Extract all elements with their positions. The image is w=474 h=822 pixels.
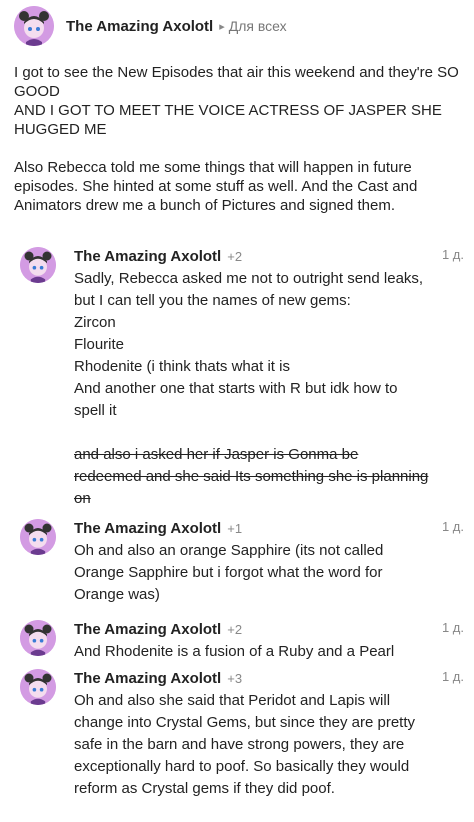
post-body: I got to see the New Episodes that air t… (14, 63, 466, 215)
comment-timestamp[interactable]: 1 д. (442, 669, 464, 684)
comment-author[interactable]: The Amazing Axolotl (74, 248, 221, 265)
comment-author[interactable]: The Amazing Axolotl (74, 520, 221, 537)
post-author-name[interactable]: The Amazing Axolotl (66, 18, 213, 35)
plus-count[interactable]: +3 (227, 671, 242, 686)
commenter-avatar-icon[interactable] (20, 669, 56, 705)
comment-author[interactable]: The Amazing Axolotl (74, 670, 221, 687)
commenter-avatar-icon[interactable] (20, 620, 56, 656)
comment-text: And Rhodenite is a fusion of a Ruby and … (74, 643, 395, 660)
comment-text: Oh and also an orange Sapphire (its not … (74, 542, 384, 603)
plus-count[interactable]: +1 (227, 521, 242, 536)
comment-timestamp[interactable]: 1 д. (442, 247, 464, 262)
comment-text: Oh and also she said that Peridot and La… (74, 692, 415, 797)
comment-timestamp[interactable]: 1 д. (442, 519, 464, 534)
comment-strikethrough-text: and also i asked her if Jasper is Gonma … (74, 446, 429, 507)
plus-count[interactable]: +2 (227, 622, 242, 637)
comment-text: Sadly, Rebecca asked me not to outright … (74, 270, 424, 419)
comment-timestamp[interactable]: 1 д. (442, 620, 464, 635)
post-paragraph-1: I got to see the New Episodes that air t… (14, 64, 459, 138)
post-audience[interactable]: Для всех (229, 18, 287, 34)
comment-author[interactable]: The Amazing Axolotl (74, 621, 221, 638)
post-header: The Amazing Axolotl ▸ Для всех (14, 4, 287, 48)
author-avatar-icon[interactable] (14, 6, 54, 46)
plus-count[interactable]: +2 (227, 249, 242, 264)
commenter-avatar-icon[interactable] (20, 519, 56, 555)
triangle-right-icon: ▸ (219, 20, 225, 33)
post-paragraph-2: Also Rebecca told me some things that wi… (14, 159, 418, 214)
commenter-avatar-icon[interactable] (20, 247, 56, 283)
